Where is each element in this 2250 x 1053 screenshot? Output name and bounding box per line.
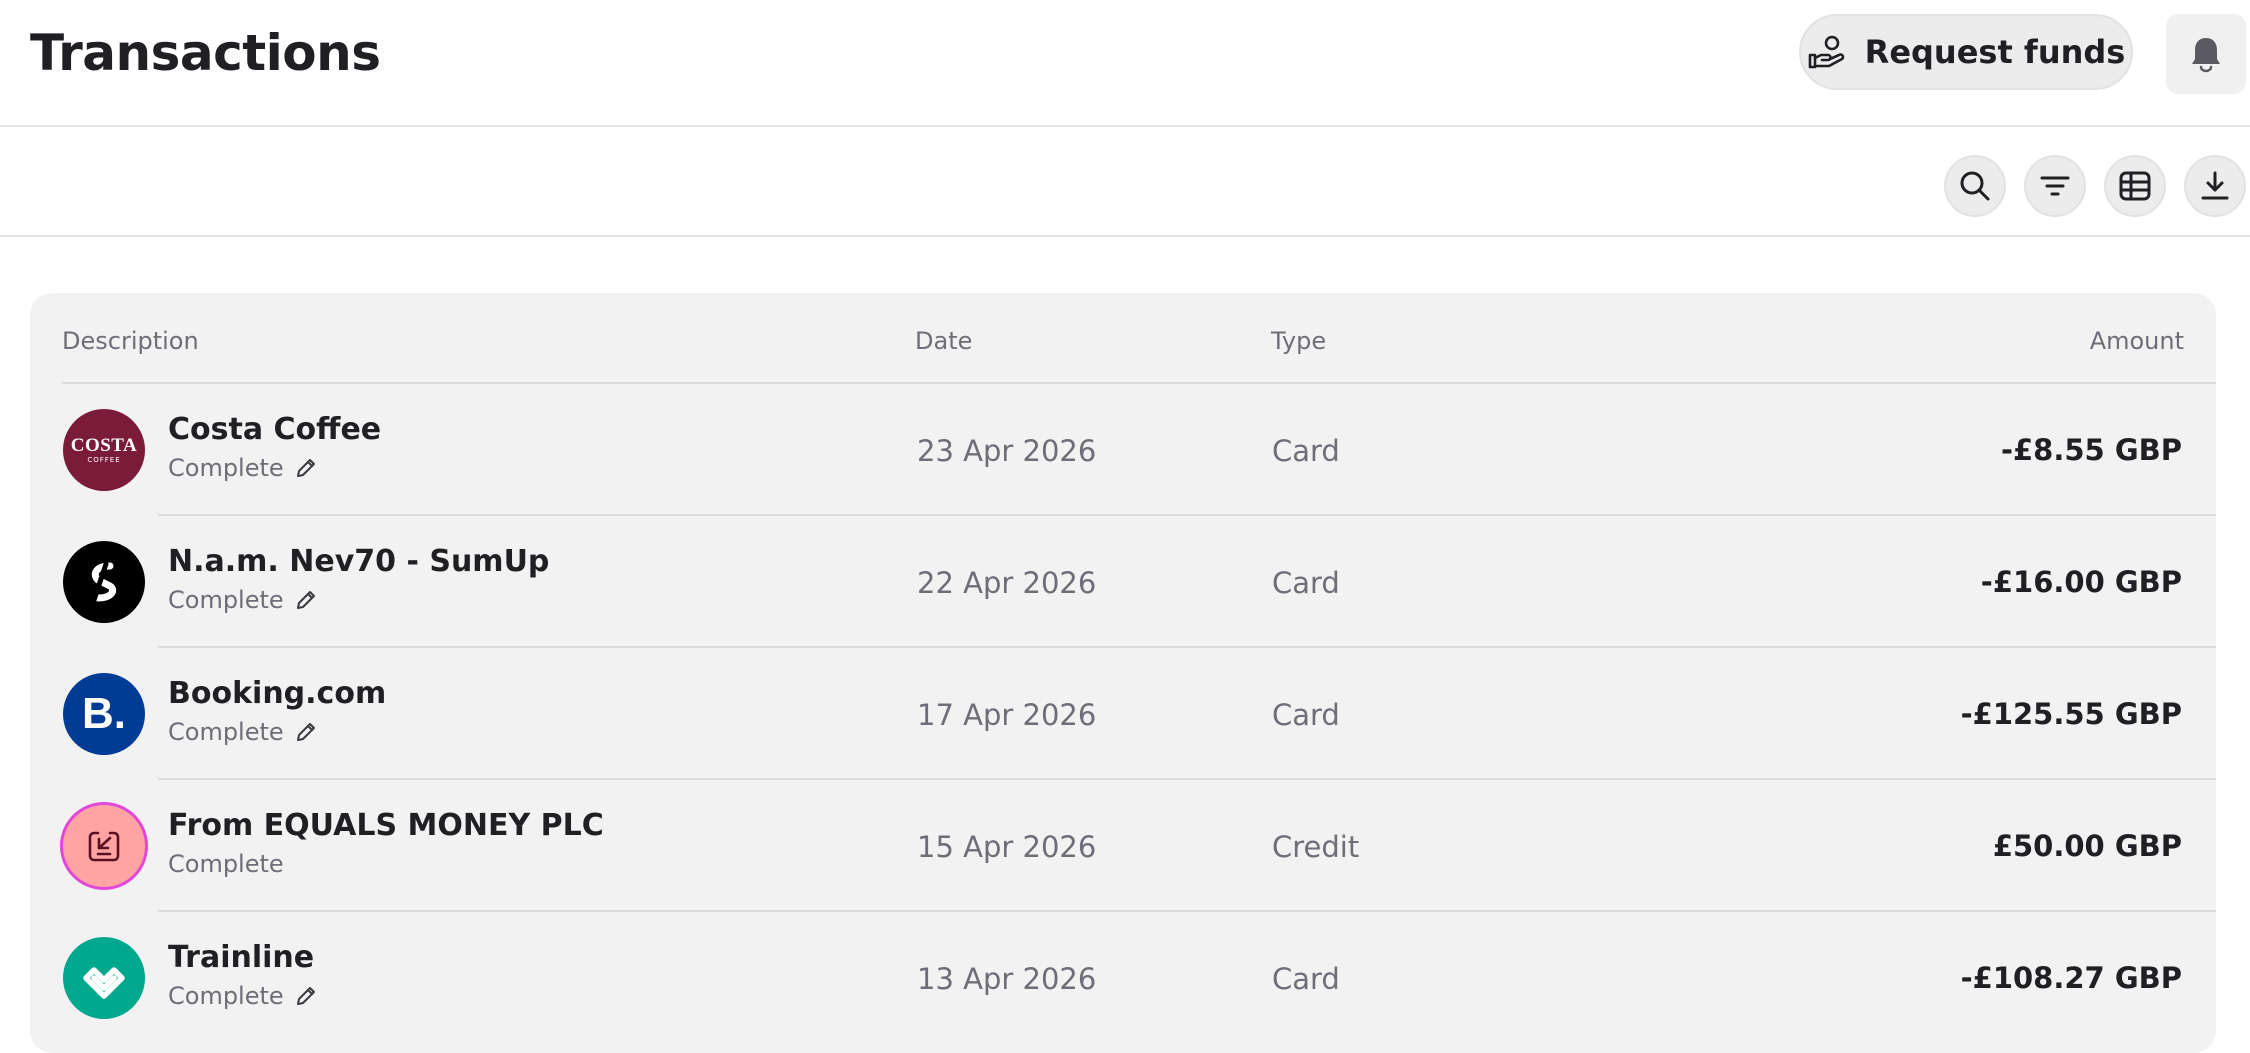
transaction-date: 15 Apr 2026: [917, 830, 1097, 864]
page-title: Transactions: [30, 24, 381, 82]
pencil-icon[interactable]: [294, 588, 318, 612]
transaction-amount: -£8.55 GBP: [2000, 433, 2182, 467]
transaction-date: 22 Apr 2026: [917, 566, 1097, 600]
transaction-status: Complete: [168, 850, 284, 878]
request-funds-label: Request funds: [1864, 33, 2126, 71]
hand-coins-icon: [1807, 32, 1847, 72]
table-columns-icon: [2118, 169, 2152, 203]
bell-icon: [2189, 35, 2223, 73]
table-toolbar: [0, 129, 2250, 237]
table-row[interactable]: COSTA COFFEE Costa Coffee Complete 23 Ap…: [30, 384, 2216, 516]
column-header-amount[interactable]: Amount: [2090, 327, 2184, 355]
incoming-transfer-logo: [60, 802, 148, 890]
transaction-type: Credit: [1272, 830, 1360, 864]
filter-icon: [2039, 170, 2071, 202]
trainline-logo: [63, 937, 145, 1019]
incoming-transfer-icon: [86, 828, 122, 864]
transaction-status: Complete: [168, 586, 318, 614]
merchant-name: Trainline: [168, 940, 315, 975]
status-text: Complete: [168, 454, 284, 482]
merchant-name: Booking.com: [168, 676, 387, 711]
sumup-logo: [63, 541, 145, 623]
transaction-status: Complete: [168, 982, 318, 1010]
column-header-type[interactable]: Type: [1271, 327, 1326, 355]
booking-logo: B.: [63, 673, 145, 755]
pencil-icon[interactable]: [294, 456, 318, 480]
columns-button[interactable]: [2104, 155, 2166, 217]
status-text: Complete: [168, 586, 284, 614]
table-row[interactable]: N.a.m. Nev70 - SumUp Complete 22 Apr 202…: [30, 516, 2216, 648]
merchant-name: N.a.m. Nev70 - SumUp: [168, 544, 550, 579]
costa-logo-text: COSTA: [70, 435, 138, 456]
notifications-button[interactable]: [2166, 14, 2246, 94]
transaction-amount: -£16.00 GBP: [1980, 565, 2182, 599]
status-text: Complete: [168, 850, 284, 878]
transaction-date: 23 Apr 2026: [917, 434, 1097, 468]
transaction-type: Card: [1272, 434, 1340, 468]
pencil-icon[interactable]: [294, 984, 318, 1008]
column-header-description[interactable]: Description: [62, 327, 199, 355]
download-button[interactable]: [2184, 155, 2246, 217]
transaction-date: 17 Apr 2026: [917, 698, 1097, 732]
download-icon: [2199, 170, 2231, 202]
table-row[interactable]: From EQUALS MONEY PLC Complete 15 Apr 20…: [30, 780, 2216, 912]
transaction-amount: -£125.55 GBP: [1960, 697, 2182, 731]
search-button[interactable]: [1944, 155, 2006, 217]
top-bar: Transactions Request funds: [0, 0, 2250, 127]
costa-coffee-logo: COSTA COFFEE: [63, 409, 145, 491]
transaction-amount: -£108.27 GBP: [1960, 961, 2182, 995]
transaction-type: Card: [1272, 566, 1340, 600]
transaction-type: Card: [1272, 698, 1340, 732]
transaction-date: 13 Apr 2026: [917, 962, 1097, 996]
filter-button[interactable]: [2024, 155, 2086, 217]
transaction-status: Complete: [168, 454, 318, 482]
transaction-status: Complete: [168, 718, 318, 746]
table-row[interactable]: B. Booking.com Complete 17 Apr 2026 Card…: [30, 648, 2216, 780]
column-header-date[interactable]: Date: [915, 327, 972, 355]
costa-logo-subtext: COFFEE: [87, 456, 121, 464]
table-row[interactable]: Trainline Complete 13 Apr 2026 Card -£10…: [30, 912, 2216, 1044]
status-text: Complete: [168, 982, 284, 1010]
status-text: Complete: [168, 718, 284, 746]
pencil-icon[interactable]: [294, 720, 318, 744]
merchant-name: Costa Coffee: [168, 412, 382, 447]
transaction-type: Card: [1272, 962, 1340, 996]
transaction-amount: £50.00 GBP: [1992, 829, 2182, 863]
merchant-name: From EQUALS MONEY PLC: [168, 808, 604, 843]
search-icon: [1958, 169, 1992, 203]
transactions-table: Description Date Type Amount COSTA COFFE…: [30, 293, 2216, 1053]
request-funds-button[interactable]: Request funds: [1799, 14, 2133, 90]
booking-logo-text: B.: [82, 689, 126, 738]
